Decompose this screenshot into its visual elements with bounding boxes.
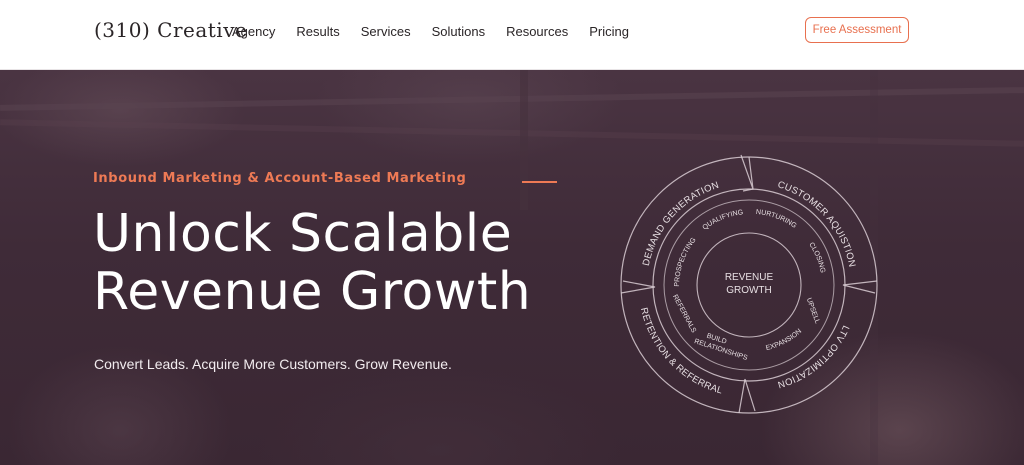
nav-item-agency[interactable]: Agency — [232, 24, 275, 39]
wheel-inner-label: PROSPECTING — [674, 237, 698, 287]
logo[interactable]: (310) Creative — [94, 18, 247, 42]
wheel-inner-label: NURTURING — [756, 209, 798, 230]
nav-item-services[interactable]: Services — [361, 24, 411, 39]
nav-item-pricing[interactable]: Pricing — [589, 24, 629, 39]
label-expansion: EXPANSION — [765, 328, 803, 352]
wheel-center-label-2: GROWTH — [726, 285, 772, 296]
headline-line-2: Revenue Growth — [93, 262, 532, 322]
wheel-inner-label: UPSELL — [805, 297, 821, 325]
wheel-inner-label: REFERRALS — [671, 294, 697, 335]
label-qualifying: QUALIFYING — [702, 209, 744, 231]
hero-eyebrow: Inbound Marketing & Account-Based Market… — [93, 171, 467, 186]
wheel-inner-label: CLOSING — [807, 241, 826, 273]
wheel-chevron-right — [842, 280, 878, 294]
wheel-center-label-1: REVENUE — [725, 272, 774, 283]
label-upsell: UPSELL — [805, 297, 821, 325]
wheel-inner-label: EXPANSION — [765, 328, 803, 352]
main-nav: Agency Results Services Solutions Resour… — [232, 24, 650, 39]
headline-line-1: Unlock Scalable — [93, 204, 513, 264]
hero-section: Inbound Marketing & Account-Based Market… — [0, 70, 1024, 465]
wheel-inner-label: QUALIFYING — [702, 209, 744, 231]
nav-item-results[interactable]: Results — [296, 24, 339, 39]
office-pillar — [520, 70, 528, 210]
revenue-growth-wheel: REVENUE GROWTH DEMAND GENERATION CUSTOME… — [620, 154, 878, 414]
hero-subheadline: Convert Leads. Acquire More Customers. G… — [94, 356, 452, 372]
label-closing: CLOSING — [807, 241, 826, 273]
page: (310) Creative Agency Results Services S… — [0, 0, 1024, 465]
hero-headline: Unlock Scalable Revenue Growth — [93, 205, 531, 321]
label-referrals: REFERRALS — [671, 294, 697, 335]
wheel-chevron-bottom — [738, 378, 756, 414]
free-assessment-button[interactable]: Free Assessment — [805, 17, 909, 43]
wheel-chevron-left — [620, 280, 656, 294]
wheel-chevron-top — [740, 154, 754, 192]
label-prospecting: PROSPECTING — [674, 237, 698, 287]
nav-item-solutions[interactable]: Solutions — [432, 24, 485, 39]
label-nurturing: NURTURING — [756, 209, 798, 230]
eyebrow-divider — [522, 181, 557, 183]
site-header: (310) Creative Agency Results Services S… — [0, 0, 1024, 70]
wheel-inner-label: BUILD RELATIONSHIPS — [693, 330, 751, 362]
nav-item-resources[interactable]: Resources — [506, 24, 568, 39]
